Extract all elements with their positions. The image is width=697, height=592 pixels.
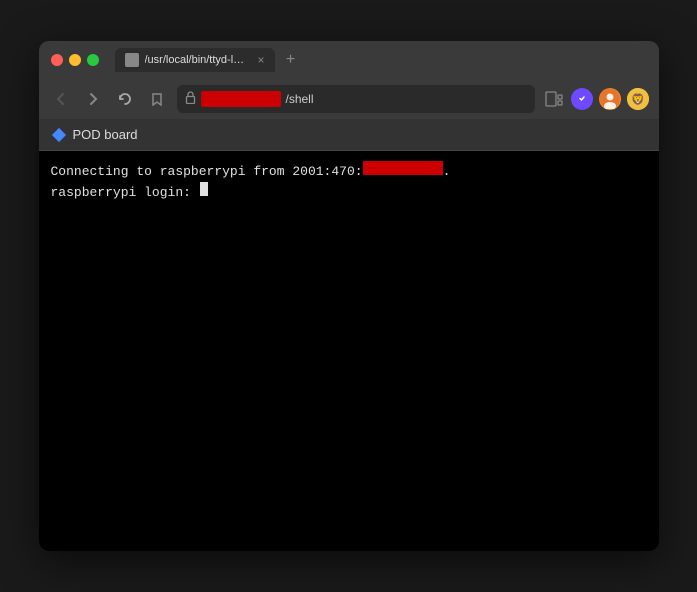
profile-avatar[interactable] bbox=[599, 88, 621, 110]
svg-text:🦁: 🦁 bbox=[631, 93, 645, 106]
terminal-connecting-text: Connecting to raspberrypi from 2001:470: bbox=[51, 162, 363, 182]
bookmark-bar: POD board bbox=[39, 119, 659, 151]
title-bar: /usr/local/bin/ttyd-login (raspber... × … bbox=[39, 41, 659, 79]
terminal-line-2: raspberrypi login: bbox=[51, 182, 647, 203]
terminal-period: . bbox=[443, 162, 451, 182]
pod-board-label[interactable]: POD board bbox=[73, 127, 138, 142]
bat-reward-icon[interactable]: 🦁 bbox=[627, 88, 649, 110]
browser-window: /usr/local/bin/ttyd-login (raspber... × … bbox=[39, 41, 659, 551]
back-button[interactable] bbox=[49, 87, 73, 111]
close-button[interactable] bbox=[51, 54, 63, 66]
terminal-cursor bbox=[200, 182, 208, 196]
terminal[interactable]: Connecting to raspberrypi from 2001:470:… bbox=[39, 151, 659, 551]
active-tab[interactable]: /usr/local/bin/ttyd-login (raspber... × bbox=[115, 48, 275, 72]
traffic-lights bbox=[51, 54, 99, 66]
minimize-button[interactable] bbox=[69, 54, 81, 66]
tab-close-button[interactable]: × bbox=[257, 53, 264, 67]
lock-icon bbox=[185, 91, 196, 107]
tab-bar: /usr/local/bin/ttyd-login (raspber... × … bbox=[115, 48, 303, 72]
new-tab-button[interactable]: + bbox=[279, 48, 303, 72]
tab-title: /usr/local/bin/ttyd-login (raspber... bbox=[145, 54, 250, 66]
address-bar[interactable]: /shell bbox=[177, 85, 535, 113]
brave-shield-icon[interactable] bbox=[571, 88, 593, 110]
forward-button[interactable] bbox=[81, 87, 105, 111]
terminal-line-1: Connecting to raspberrypi from 2001:470:… bbox=[51, 161, 647, 182]
url-redacted bbox=[201, 91, 281, 107]
url-suffix: /shell bbox=[286, 92, 314, 106]
reload-button[interactable] bbox=[113, 87, 137, 111]
tab-favicon bbox=[125, 53, 139, 67]
diamond-icon bbox=[51, 127, 65, 141]
page-display-icon[interactable] bbox=[543, 88, 565, 110]
bookmark-add-button[interactable] bbox=[145, 87, 169, 111]
nav-icons: 🦁 bbox=[543, 88, 649, 110]
pod-board-icon bbox=[51, 127, 67, 143]
terminal-login-prompt: raspberrypi login: bbox=[51, 183, 199, 203]
nav-bar: /shell bbox=[39, 79, 659, 119]
ip-address-redacted bbox=[363, 161, 443, 175]
maximize-button[interactable] bbox=[87, 54, 99, 66]
